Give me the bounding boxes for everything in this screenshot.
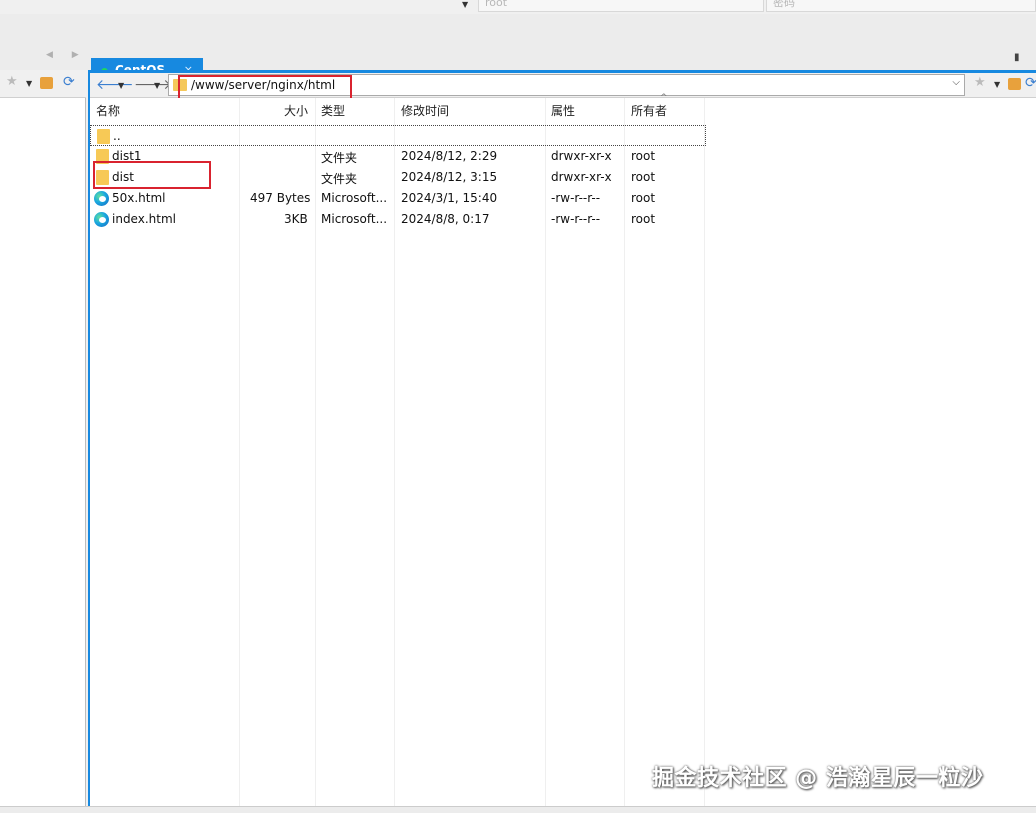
user-field[interactable]: root <box>478 0 764 12</box>
column-header-type[interactable]: 类型 <box>321 102 345 119</box>
file-modified: 2024/8/12, 2:29 <box>401 149 498 163</box>
edge-html-icon <box>94 191 109 206</box>
file-name: 50x.html <box>112 191 166 205</box>
file-modified: 2024/8/8, 0:17 <box>401 212 490 226</box>
file-modified: 2024/3/1, 15:40 <box>401 191 498 205</box>
column-header-size[interactable]: 大小 <box>284 102 308 119</box>
dist-highlight-box <box>93 161 211 189</box>
back-history-dropdown-icon[interactable]: ▼ <box>118 77 124 95</box>
file-attrs: drwxr-xr-x <box>551 170 612 184</box>
favorites-dropdown-icon[interactable]: ▼ <box>994 80 1000 89</box>
list-header: 名称 大小 类型 修改时间 属性 所有者 ^ <box>90 93 706 120</box>
file-size: 3KB <box>284 212 308 226</box>
file-type: 文件夹 <box>321 151 358 165</box>
file-modified: 2024/8/12, 3:15 <box>401 170 498 184</box>
file-type: Microsoft... <box>321 191 388 205</box>
host-dropdown-arrow-icon[interactable]: ▼ <box>462 0 468 9</box>
table-row[interactable]: index.html 3KB Microsoft... 2024/8/8, 0:… <box>90 209 706 230</box>
file-list[interactable]: 名称 大小 类型 修改时间 属性 所有者 ^ .. dist1 文件夹 2024… <box>90 93 1036 813</box>
forward-arrow-icon[interactable]: 🡒 <box>134 76 172 94</box>
folder-icon <box>97 129 110 144</box>
file-name: .. <box>113 129 121 143</box>
edge-html-icon <box>94 212 109 227</box>
table-row[interactable]: 50x.html 497 Bytes Microsoft... 2024/3/1… <box>90 188 706 209</box>
local-pane: ★ ▼ ⟳ <box>0 70 86 813</box>
table-row[interactable]: .. <box>90 125 706 146</box>
file-type: Microsoft... <box>321 212 388 226</box>
forward-history-dropdown-icon[interactable]: ▼ <box>154 77 160 95</box>
refresh-icon[interactable]: ⟳ <box>1025 75 1036 91</box>
file-owner: root <box>631 191 656 205</box>
favorites-dropdown-icon[interactable]: ▼ <box>26 79 32 88</box>
login-strip: ▼ root 密码 <box>0 0 1036 14</box>
home-folder-icon[interactable] <box>1008 78 1021 90</box>
watermark-text: 掘金技术社区 @ 浩瀚星辰一粒沙 <box>652 766 984 791</box>
file-attrs: -rw-r--r-- <box>551 191 601 205</box>
file-name: index.html <box>112 212 176 226</box>
favorite-star-icon[interactable]: ★ <box>6 74 18 89</box>
tab-bar: ◀ ▶ CentOS × ▮ <box>0 14 1036 84</box>
file-attrs: drwxr-xr-x <box>551 149 612 163</box>
sftp-window: ▼ root 密码 ◀ ▶ CentOS × ▮ ★ ▼ ⟳ 🡐 ▼ 🡒 ▼ <box>0 0 1036 813</box>
sort-ascending-icon: ^ <box>660 93 668 103</box>
password-field[interactable]: 密码 <box>766 0 1036 12</box>
tab-scroll-arrows-icon[interactable]: ◀ ▶ <box>46 50 87 60</box>
status-bar <box>0 806 1036 813</box>
column-header-attrs[interactable]: 属性 <box>551 102 575 119</box>
refresh-icon[interactable]: ⟳ <box>63 74 75 90</box>
home-folder-icon[interactable] <box>40 77 53 89</box>
column-header-modified[interactable]: 修改时间 <box>401 102 449 119</box>
file-owner: root <box>631 212 656 226</box>
panel-toggle-icon[interactable]: ▮ <box>1014 52 1026 64</box>
chevron-down-icon[interactable]: ⌵ <box>952 77 960 88</box>
file-owner: root <box>631 170 656 184</box>
column-header-owner[interactable]: 所有者 <box>631 102 667 119</box>
back-arrow-icon[interactable]: 🡐 <box>96 76 134 94</box>
column-header-name[interactable]: 名称 <box>96 102 120 119</box>
file-attrs: -rw-r--r-- <box>551 212 601 226</box>
file-owner: root <box>631 149 656 163</box>
file-type: 文件夹 <box>321 172 358 186</box>
favorite-star-icon[interactable]: ★ <box>974 75 986 90</box>
remote-pane: 🡐 ▼ 🡒 ▼ /www/server/nginx/html ⌵ ★ ▼ ⟳ 名… <box>88 70 1036 813</box>
local-toolbar: ★ ▼ ⟳ <box>0 70 86 98</box>
file-size: 497 Bytes <box>250 191 311 205</box>
